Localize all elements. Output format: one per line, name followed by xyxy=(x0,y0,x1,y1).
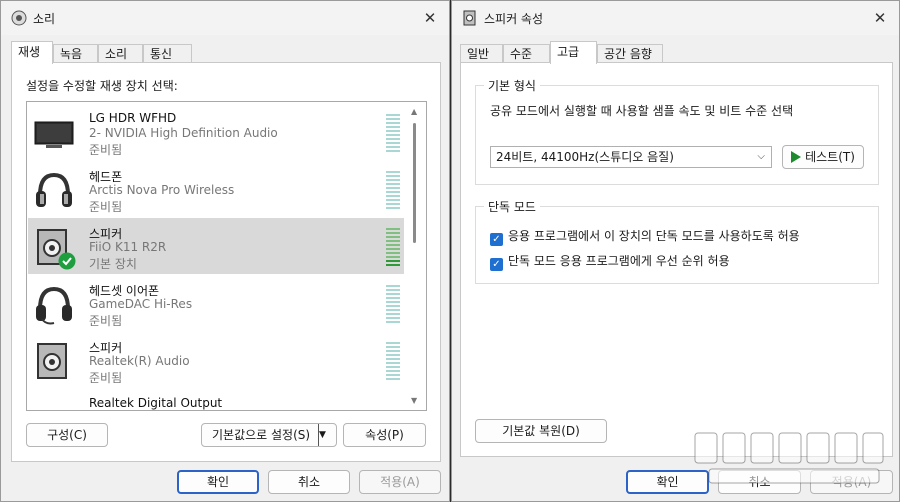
restore-defaults-button[interactable]: 기본값 복원(D) xyxy=(475,419,607,443)
device-description: Realtek(R) Audio xyxy=(89,354,190,368)
exclusive-allow-checkbox[interactable]: ✓ xyxy=(490,233,503,246)
default-format-description: 공유 모드에서 실행할 때 사용할 샘플 속도 및 비트 수준 선택 xyxy=(490,104,794,118)
apply-button[interactable]: 적용(A) xyxy=(359,470,441,494)
speaker-icon xyxy=(37,343,67,379)
volume-meter xyxy=(386,342,400,382)
tab-spatial-sound[interactable]: 공간 음향 xyxy=(597,44,663,63)
exclusive-mode-allow-row[interactable]: ✓ 응용 프로그램에서 이 장치의 단독 모드를 사용하도록 허용 xyxy=(490,227,800,246)
playback-panel: 설정을 수정할 재생 장치 선택: LG HDR WFHD 2- NVIDIA … xyxy=(11,62,441,462)
tab-playback[interactable]: 재생 xyxy=(11,41,53,64)
test-button[interactable]: 테스트(T) xyxy=(782,145,864,169)
device-description: 2- NVIDIA High Definition Audio xyxy=(89,126,278,140)
list-item-device[interactable]: Realtek Digital Output xyxy=(28,389,404,410)
advanced-panel: 기본 형식 공유 모드에서 실행할 때 사용할 샘플 속도 및 비트 수준 선택… xyxy=(460,62,893,457)
device-description: Arctis Nova Pro Wireless xyxy=(89,183,235,197)
device-list-scrollbar[interactable]: ▲ ▼ xyxy=(405,103,425,409)
chevron-down-icon[interactable]: ▼ xyxy=(318,424,336,446)
default-format-group: 기본 형식 공유 모드에서 실행할 때 사용할 샘플 속도 및 비트 수준 선택… xyxy=(475,77,879,185)
close-icon[interactable]: ✕ xyxy=(419,7,441,29)
sound-dialog: 소리 ✕ 재생 녹음 소리 통신 설정을 수정할 재생 장치 선택: LG HD… xyxy=(0,0,450,502)
exclusive-mode-group: 단독 모드 ✓ 응용 프로그램에서 이 장치의 단독 모드를 사용하도록 허용 ✓… xyxy=(475,198,879,284)
scroll-up-icon[interactable]: ▲ xyxy=(411,107,417,116)
play-icon xyxy=(791,151,802,163)
configure-button[interactable]: 구성(C) xyxy=(26,423,108,447)
device-status: 준비됨 xyxy=(89,200,123,214)
format-select[interactable]: 24비트, 44100Hz(스튜디오 음질) ⌵ xyxy=(490,146,772,168)
headphones-icon xyxy=(36,172,72,207)
list-item-device[interactable]: 헤드폰 Arctis Nova Pro Wireless 준비됨 xyxy=(28,161,404,217)
tab-recording[interactable]: 녹음 xyxy=(53,44,98,63)
tab-general[interactable]: 일반 xyxy=(460,44,503,63)
default-format-title: 기본 형식 xyxy=(484,77,540,94)
properties-title: 스피커 속성 xyxy=(484,12,544,26)
tab-sounds[interactable]: 소리 xyxy=(98,44,143,63)
exclusive-priority-label: 단독 모드 응용 프로그램에게 우선 순위 허용 xyxy=(508,254,730,268)
exclusive-priority-checkbox[interactable]: ✓ xyxy=(490,258,503,271)
list-item-device[interactable]: LG HDR WFHD 2- NVIDIA High Definition Au… xyxy=(28,104,404,160)
list-item-device[interactable]: 스피커 Realtek(R) Audio 준비됨 xyxy=(28,332,404,388)
tab-communications[interactable]: 통신 xyxy=(143,44,192,63)
volume-meter xyxy=(386,114,400,154)
scroll-down-icon[interactable]: ▼ xyxy=(411,396,417,405)
device-list[interactable]: LG HDR WFHD 2- NVIDIA High Definition Au… xyxy=(26,101,427,411)
test-button-label: 테스트(T) xyxy=(805,150,855,164)
headset-icon xyxy=(36,286,72,325)
device-status: 준비됨 xyxy=(89,371,123,385)
chevron-down-icon: ⌵ xyxy=(757,151,765,162)
set-default-button[interactable]: 기본값으로 설정(S) ▼ xyxy=(201,423,337,447)
speaker-properties-dialog: 스피커 속성 ✕ 일반 수준 고급 공간 음향 기본 형식 공유 모드에서 실행… xyxy=(451,0,900,502)
sound-titlebar: 소리 ✕ xyxy=(1,1,449,35)
tab-levels[interactable]: 수준 xyxy=(503,44,550,63)
speaker-icon xyxy=(463,10,476,26)
sound-title: 소리 xyxy=(33,12,56,26)
tab-advanced[interactable]: 고급 xyxy=(550,41,597,64)
device-name: LG HDR WFHD xyxy=(89,111,177,125)
exclusive-mode-title: 단독 모드 xyxy=(484,198,540,215)
exclusive-priority-row[interactable]: ✓ 단독 모드 응용 프로그램에게 우선 순위 허용 xyxy=(490,252,730,271)
volume-meter xyxy=(386,228,400,268)
scrollbar-thumb[interactable] xyxy=(413,123,416,243)
list-item-device-selected[interactable]: 스피커 FiiO K11 R2R 기본 장치 xyxy=(28,218,404,274)
watermark-logo xyxy=(694,432,884,484)
exclusive-allow-label: 응용 프로그램에서 이 장치의 단독 모드를 사용하도록 허용 xyxy=(508,229,800,243)
monitor-icon xyxy=(34,121,74,148)
volume-meter xyxy=(386,171,400,211)
speaker-app-icon xyxy=(11,10,27,26)
default-device-check-icon xyxy=(58,252,76,270)
ok-button[interactable]: 확인 xyxy=(177,470,259,494)
list-item-device[interactable]: 헤드셋 이어폰 GameDAC Hi-Res 준비됨 xyxy=(28,275,404,331)
properties-button[interactable]: 속성(P) xyxy=(343,423,426,447)
device-status: 기본 장치 xyxy=(89,257,137,271)
close-icon[interactable]: ✕ xyxy=(869,7,891,29)
device-status: 준비됨 xyxy=(89,314,123,328)
device-prompt: 설정을 수정할 재생 장치 선택: xyxy=(26,79,178,93)
cancel-button[interactable]: 취소 xyxy=(268,470,350,494)
device-status: 준비됨 xyxy=(89,143,123,157)
properties-titlebar: 스피커 속성 ✕ xyxy=(452,1,899,35)
device-name: Realtek Digital Output xyxy=(89,396,223,410)
set-default-label: 기본값으로 설정(S) xyxy=(212,428,311,442)
device-description: GameDAC Hi-Res xyxy=(89,297,193,311)
format-select-value: 24비트, 44100Hz(스튜디오 음질) xyxy=(496,150,674,164)
device-description: FiiO K11 R2R xyxy=(89,240,167,254)
volume-meter xyxy=(386,285,400,325)
